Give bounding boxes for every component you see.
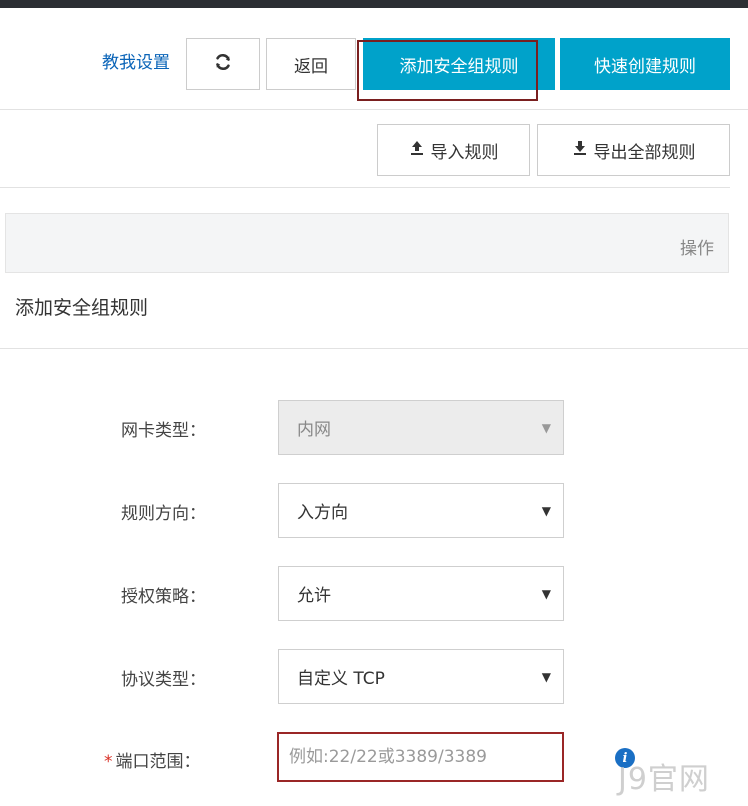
quick-create-rule-label: 快速创建规则 (594, 56, 696, 77)
export-all-rules-label: 导出全部规则 (593, 142, 696, 163)
dropdown-arrow-icon: ▼ (541, 420, 551, 435)
nic-type-select: 内网 ▼ (278, 400, 564, 455)
auth-policy-label: 授权策略： (121, 587, 206, 607)
rule-direction-select[interactable]: 入方向 ▼ (278, 483, 564, 538)
dialog-header-divider (0, 348, 748, 349)
export-all-rules-button[interactable]: 导出全部规则 (537, 124, 730, 176)
import-rules-label: 导入规则 (430, 142, 499, 163)
dropdown-arrow-icon: ▼ (541, 586, 551, 601)
quick-create-rule-button[interactable]: 快速创建规则 (560, 38, 730, 90)
top-bar (0, 0, 748, 8)
import-rules-button[interactable]: 导入规则 (377, 124, 530, 176)
divider (0, 187, 730, 188)
upload-icon (409, 140, 425, 161)
refresh-button[interactable] (186, 38, 260, 90)
operation-column-header: 操作 (680, 239, 714, 259)
port-range-label: * 端口范围： (104, 747, 201, 772)
rule-direction-value: 入方向 (297, 503, 348, 523)
dropdown-arrow-icon: ▼ (541, 503, 551, 518)
watermark: J9官网 (618, 762, 710, 797)
help-link[interactable]: 教我设置 (102, 48, 170, 73)
back-button[interactable]: 返回 (266, 38, 356, 90)
download-icon (572, 140, 588, 161)
refresh-icon (213, 52, 233, 77)
add-security-rule-button[interactable]: 添加安全组规则 (363, 38, 555, 90)
divider (0, 109, 748, 110)
port-range-input[interactable] (277, 732, 564, 782)
dialog-title: 添加安全组规则 (15, 297, 149, 319)
nic-type-value: 内网 (297, 420, 331, 440)
port-range-label-text: 端口范围： (115, 752, 201, 772)
add-security-rule-label: 添加安全组规则 (399, 56, 519, 77)
rules-table-header: 操作 (5, 213, 729, 273)
dropdown-arrow-icon: ▼ (541, 669, 551, 684)
auth-policy-select[interactable]: 允许 ▼ (278, 566, 564, 621)
rule-direction-label: 规则方向： (121, 504, 206, 524)
nic-type-label: 网卡类型： (121, 421, 206, 441)
back-button-label: 返回 (294, 56, 328, 77)
required-marker: * (104, 752, 113, 772)
protocol-type-value: 自定义 TCP (297, 669, 385, 689)
auth-policy-value: 允许 (297, 586, 331, 606)
protocol-type-label: 协议类型： (121, 670, 206, 690)
protocol-type-select[interactable]: 自定义 TCP ▼ (278, 649, 564, 704)
